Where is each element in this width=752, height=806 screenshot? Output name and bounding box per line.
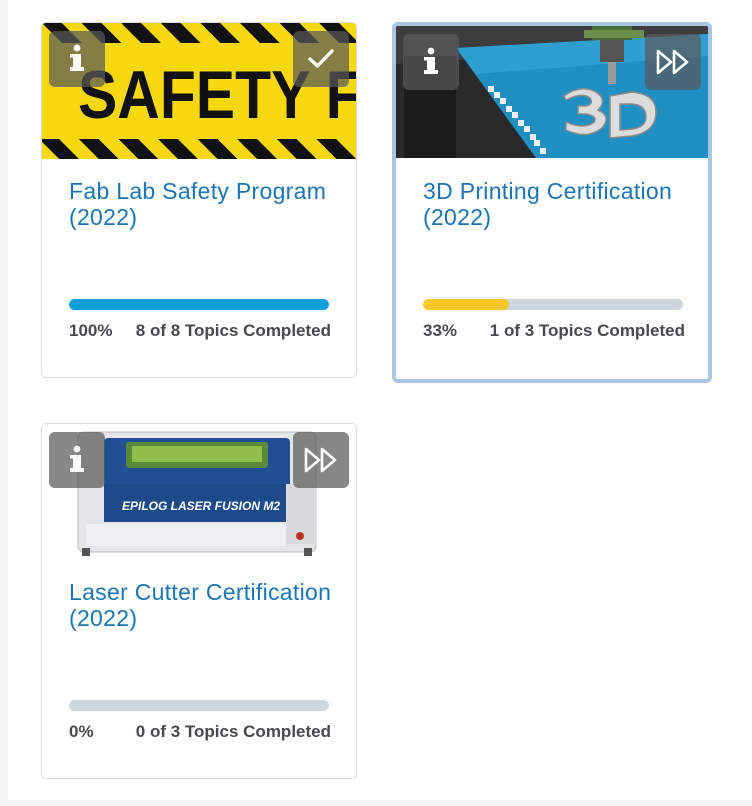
- info-button[interactable]: [49, 31, 105, 87]
- topics-completed: 0 of 3 Topics Completed: [135, 722, 331, 741]
- laser-cutter-brand-text: EPILOG LASER FUSION M2: [122, 499, 280, 513]
- fast-forward-icon: [656, 49, 689, 75]
- continue-button[interactable]: [645, 34, 701, 90]
- continue-button[interactable]: [293, 432, 349, 488]
- progress-bar-fill: [69, 299, 329, 310]
- topics-completed: 8 of 8 Topics Completed: [135, 321, 331, 340]
- check-icon: [308, 49, 334, 68]
- progress-bar: [69, 299, 329, 310]
- progress-bar: [69, 700, 329, 711]
- course-title[interactable]: Laser Cutter Certification (2022): [69, 579, 339, 631]
- progress-stats: 33% 1 of 3 Topics Completed: [423, 321, 685, 343]
- info-button[interactable]: [49, 432, 105, 488]
- info-button[interactable]: [403, 34, 459, 90]
- progress-percent: 0%: [69, 722, 94, 741]
- course-card-laser-cutter[interactable]: EPILOG LASER FUSION M2 Laser Cutter Cert…: [41, 423, 357, 779]
- progress-stats: 0% 0 of 3 Topics Completed: [69, 722, 331, 744]
- progress-percent: 100%: [69, 321, 113, 340]
- progress-bar-fill: [423, 299, 509, 310]
- course-title[interactable]: Fab Lab Safety Program (2022): [69, 178, 339, 230]
- completed-check-button[interactable]: [293, 31, 349, 87]
- topics-completed: 1 of 3 Topics Completed: [489, 321, 685, 340]
- course-card-fab-lab-safety[interactable]: SAFETY FI Fab Lab Safety Program (2022) …: [41, 22, 357, 378]
- progress-bar: [423, 299, 683, 310]
- course-title[interactable]: 3D Printing Certification (2022): [423, 178, 693, 230]
- info-icon: [70, 445, 84, 472]
- content-panel: SAFETY FI Fab Lab Safety Program (2022) …: [8, 0, 752, 800]
- progress-stats: 100% 8 of 8 Topics Completed: [69, 321, 331, 343]
- fast-forward-icon: [304, 447, 337, 473]
- progress-percent: 33%: [423, 321, 458, 340]
- course-card-3d-printing[interactable]: 3D Printing Certification (2022) 33% 1 o…: [392, 22, 712, 383]
- info-icon: [424, 47, 438, 74]
- info-icon: [70, 44, 84, 71]
